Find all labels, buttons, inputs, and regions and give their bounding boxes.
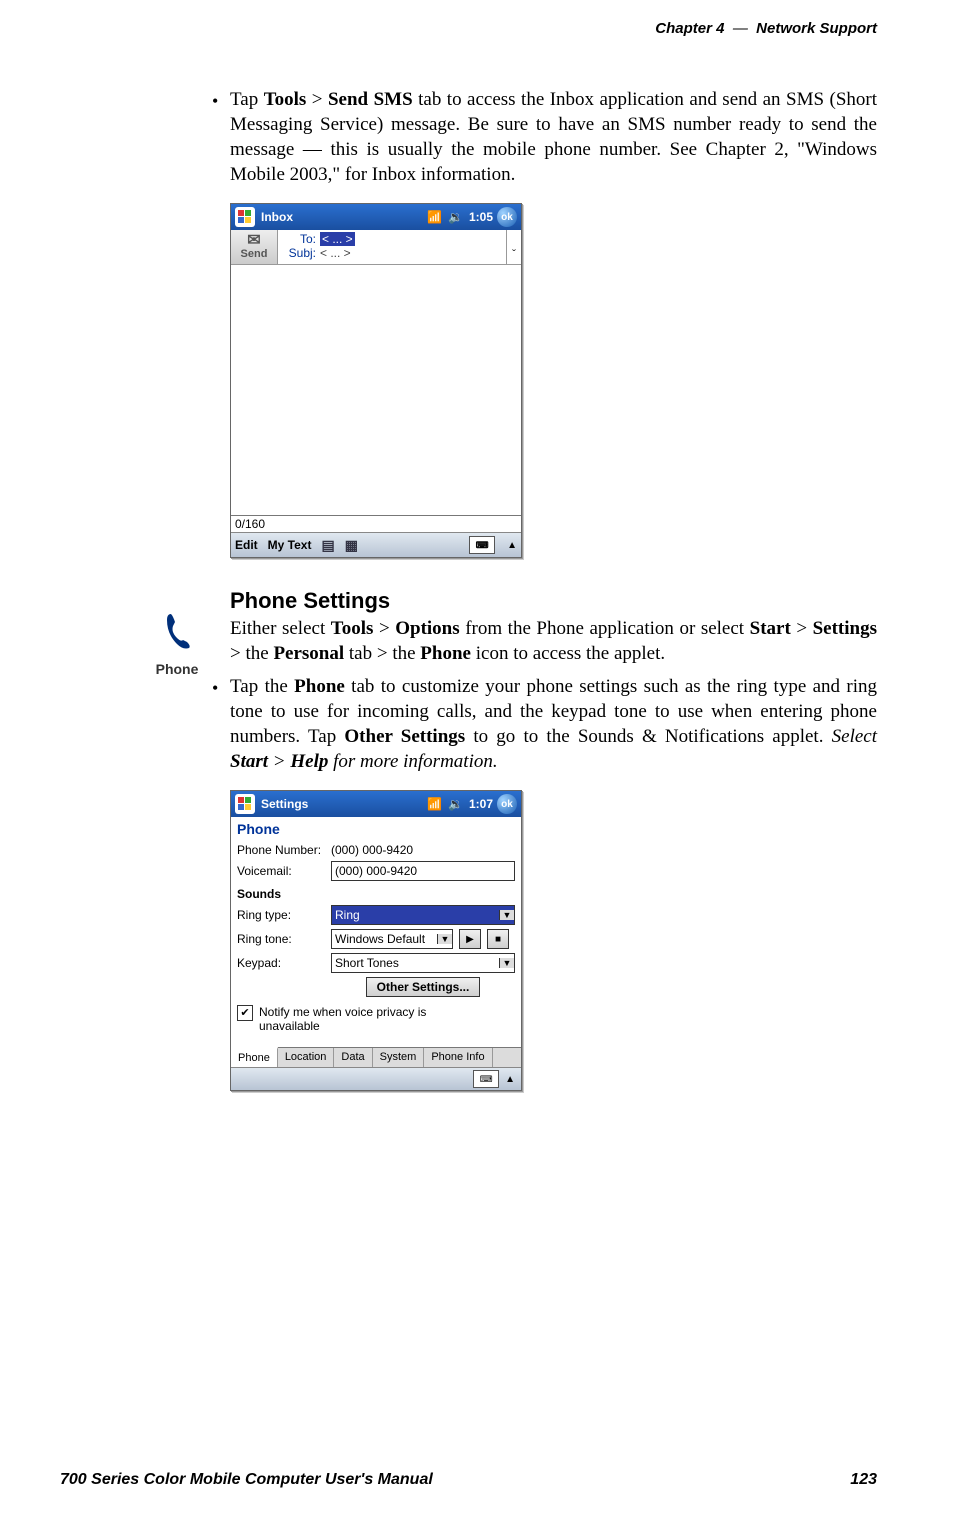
speaker-icon: 🔉	[448, 210, 463, 224]
status-area: 📶 🔉 1:05	[427, 210, 493, 224]
notify-checkbox-row: ✔ Notify me when voice privacy is unavai…	[237, 1005, 515, 1033]
keyboard-icon[interactable]: ⌨	[473, 1070, 499, 1088]
menu-edit[interactable]: Edit	[235, 538, 258, 552]
tab-phoneinfo[interactable]: Phone Info	[424, 1048, 492, 1067]
bullet-icon: •	[212, 674, 230, 774]
play-button[interactable]: ▶	[459, 929, 481, 949]
header-fields: To: < ... > Subj: < ... >	[278, 230, 506, 264]
voicemail-label: Voicemail:	[237, 864, 325, 878]
subject-field[interactable]: < ... >	[320, 246, 351, 260]
chevron-down-icon: ▼	[437, 934, 452, 944]
phone-icon	[150, 612, 204, 659]
tab-location[interactable]: Location	[278, 1048, 335, 1067]
bullet-icon: •	[212, 87, 230, 187]
header-separator: —	[733, 20, 748, 37]
titlebar: Settings 📶 🔉 1:07 ok	[231, 791, 521, 817]
tab-phone[interactable]: Phone	[231, 1047, 278, 1067]
tab-system[interactable]: System	[373, 1048, 425, 1067]
up-arrow-icon[interactable]: ▲	[505, 1074, 515, 1085]
section-heading: Phone Settings	[230, 588, 877, 614]
tab-bar: Phone Location Data System Phone Info	[231, 1047, 521, 1067]
envelope-icon: ✉	[231, 234, 277, 248]
bottom-bar: ⌨ ▲	[231, 1067, 521, 1090]
subject-label: Subj:	[282, 246, 316, 260]
titlebar: Inbox 📶 🔉 1:05 ok	[231, 204, 521, 230]
page-footer: 700 Series Color Mobile Computer User's …	[60, 1471, 877, 1489]
ok-button[interactable]: ok	[497, 794, 517, 814]
keypad-select[interactable]: Short Tones ▼	[331, 953, 515, 973]
chapter-label: Chapter	[655, 20, 712, 37]
inbox-screenshot: Inbox 📶 🔉 1:05 ok ✉ Send To:	[230, 203, 877, 558]
ringtone-select[interactable]: Windows Default ▼	[331, 929, 453, 949]
speaker-icon: 🔉	[448, 797, 463, 811]
phone-number-value: (000) 000-9420	[331, 843, 413, 857]
other-settings-button[interactable]: Other Settings...	[366, 977, 481, 997]
chevron-down-icon[interactable]: ˇ	[506, 230, 521, 264]
compose-header: ✉ Send To: < ... > Subj: < ... > ˇ	[231, 230, 521, 265]
paragraph: Tap the Phone tab to customize your phon…	[230, 674, 877, 774]
ok-button[interactable]: ok	[497, 207, 517, 227]
settings-form: Phone Number: (000) 000-9420 Voicemail: …	[231, 843, 521, 1047]
ringtone-label: Ring tone:	[237, 932, 325, 946]
settings-screenshot: Settings 📶 🔉 1:07 ok Phone Phone Number:…	[230, 790, 877, 1091]
ringtype-label: Ring type:	[237, 908, 325, 922]
wm-window: Inbox 📶 🔉 1:05 ok ✉ Send To:	[230, 203, 522, 558]
toolbar-icon-1[interactable]: ▤	[321, 537, 334, 554]
phone-applet-icon: Phone	[150, 612, 204, 677]
phone-icon-label: Phone	[150, 661, 204, 677]
signal-icon: 📶	[427, 210, 442, 224]
voicemail-input[interactable]: (000) 000-9420	[331, 861, 515, 881]
start-icon[interactable]	[235, 794, 255, 814]
menu-bar: Edit My Text ▤ ▦ ⌨ ▲	[231, 532, 521, 557]
paragraph: Tap Tools > Send SMS tab to access the I…	[230, 87, 877, 187]
page: Chapter 4 — Network Support • Tap Tools …	[0, 0, 967, 1519]
to-label: To:	[282, 232, 316, 246]
window-title: Inbox	[261, 210, 427, 224]
sounds-heading: Sounds	[237, 887, 515, 901]
chevron-down-icon: ▼	[499, 910, 514, 920]
char-counter: 0/160	[231, 515, 521, 532]
to-field[interactable]: < ... >	[320, 232, 355, 246]
clock: 1:07	[469, 797, 493, 811]
toolbar-icon-2[interactable]: ▦	[345, 537, 358, 554]
chapter-title: Network Support	[756, 20, 877, 37]
keypad-label: Keypad:	[237, 956, 325, 970]
footer-right: 123	[850, 1471, 877, 1489]
bullet-item: • Tap Tools > Send SMS tab to access the…	[212, 87, 877, 187]
running-header: Chapter 4 — Network Support	[60, 20, 877, 37]
chapter-number: 4	[716, 20, 724, 37]
ringtype-select[interactable]: Ring ▼	[331, 905, 515, 925]
send-button[interactable]: ✉ Send	[231, 230, 278, 264]
start-icon[interactable]	[235, 207, 255, 227]
clock: 1:05	[469, 210, 493, 224]
tab-data[interactable]: Data	[334, 1048, 372, 1067]
bullet-item: • Tap the Phone tab to customize your ph…	[212, 674, 877, 774]
notify-checkbox[interactable]: ✔	[237, 1005, 253, 1021]
stop-button[interactable]: ■	[487, 929, 509, 949]
menu-mytext[interactable]: My Text	[268, 538, 312, 552]
footer-left: 700 Series Color Mobile Computer User's …	[60, 1471, 433, 1489]
wm-window: Settings 📶 🔉 1:07 ok Phone Phone Number:…	[230, 790, 522, 1091]
keyboard-icon[interactable]: ⌨	[469, 536, 495, 554]
status-area: 📶 🔉 1:07	[427, 797, 493, 811]
chevron-down-icon: ▼	[499, 958, 514, 968]
paragraph: Either select Tools > Options from the P…	[230, 616, 877, 666]
window-title: Settings	[261, 797, 427, 811]
settings-section-label: Phone	[231, 817, 521, 839]
signal-icon: 📶	[427, 797, 442, 811]
phone-number-label: Phone Number:	[237, 843, 325, 857]
message-body[interactable]	[231, 265, 521, 515]
notify-label: Notify me when voice privacy is unavaila…	[259, 1005, 459, 1033]
up-arrow-icon[interactable]: ▲	[507, 540, 517, 551]
